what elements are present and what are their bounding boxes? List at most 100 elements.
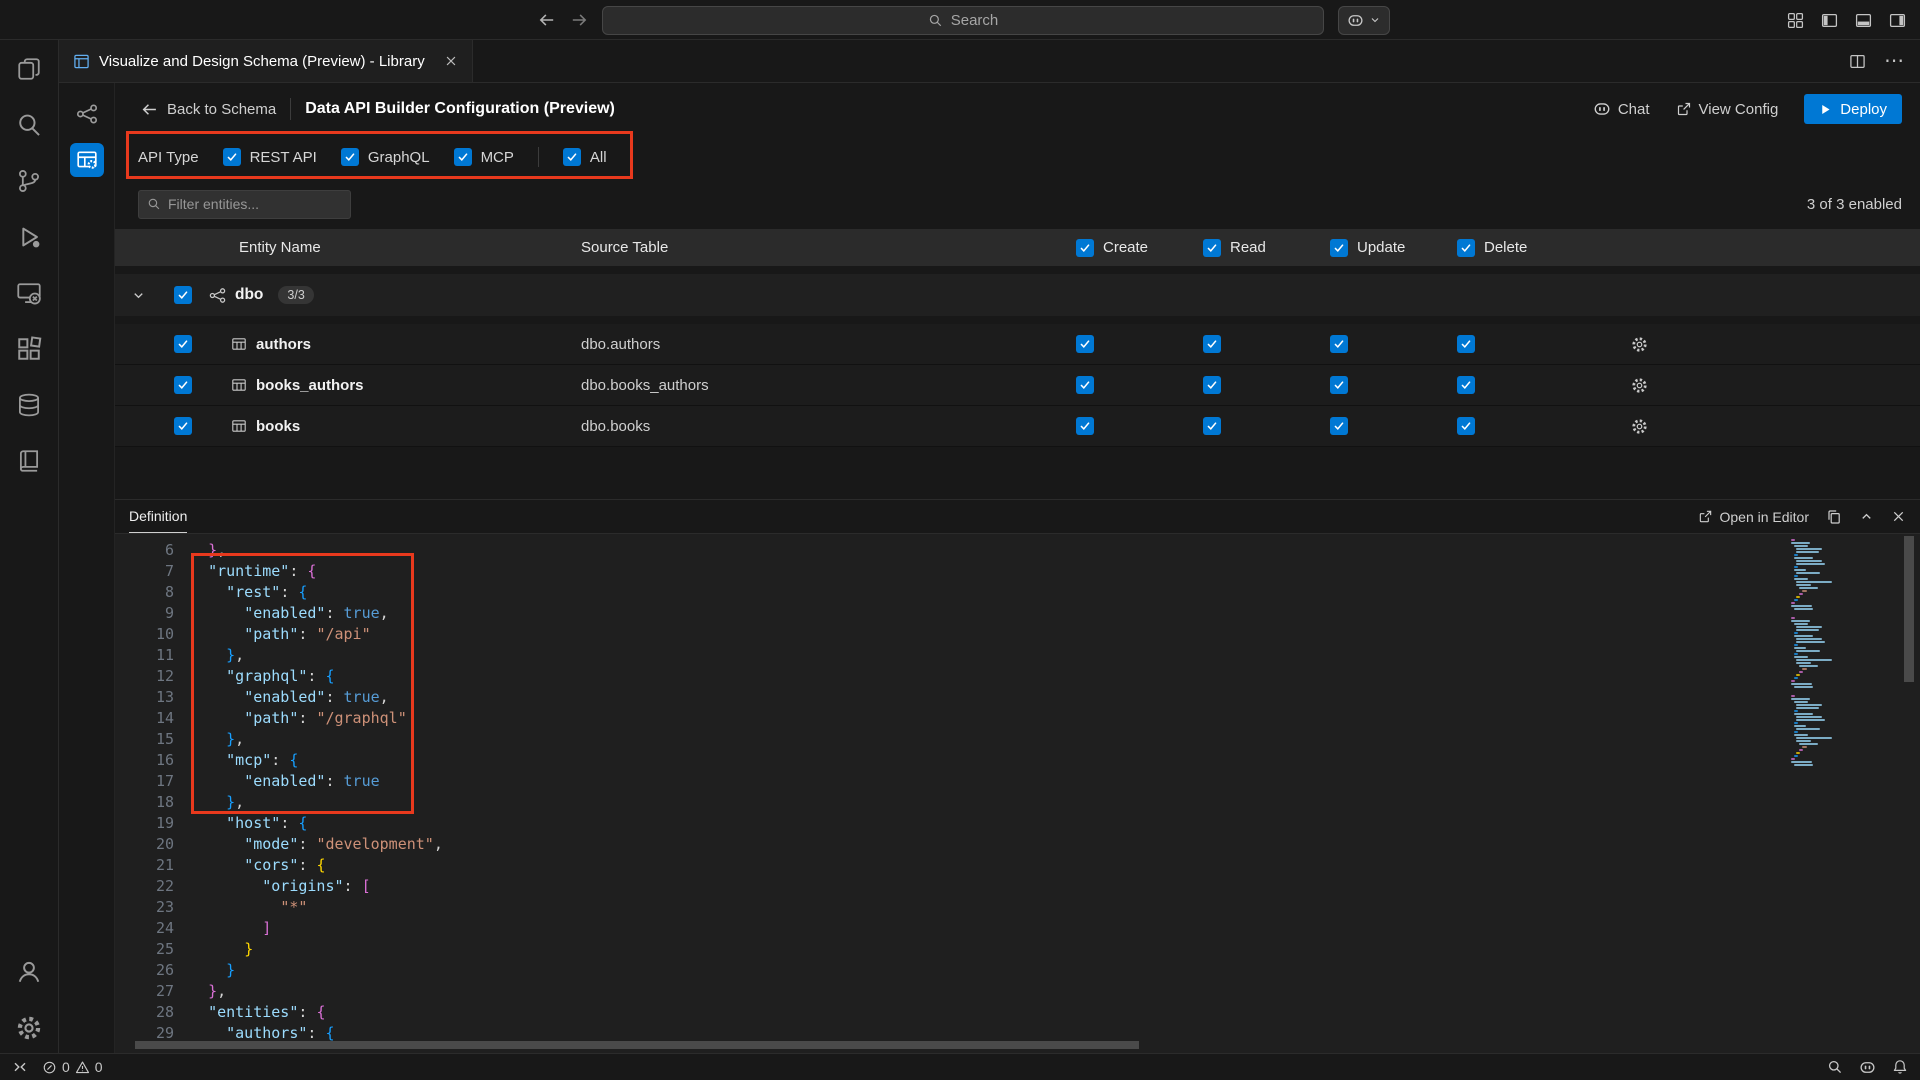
operation-checkbox[interactable] <box>1330 417 1348 435</box>
definition-editor[interactable]: 6789101112131415161718192021222324252627… <box>115 534 1920 1053</box>
chevron-down-icon <box>1369 14 1381 26</box>
customize-layout-icon[interactable] <box>1787 12 1804 29</box>
table-icon <box>231 418 247 434</box>
row-select-checkbox[interactable] <box>174 376 192 394</box>
api-option-all[interactable]: All <box>563 148 607 166</box>
operation-checkbox[interactable] <box>1203 335 1221 353</box>
operation-checkbox[interactable] <box>1076 417 1094 435</box>
column-source-table: Source Table <box>575 239 1068 256</box>
back-to-schema-button[interactable]: Back to Schema <box>141 101 276 118</box>
api-option-checkbox[interactable] <box>223 148 241 166</box>
collapse-panel-icon[interactable] <box>1859 509 1874 524</box>
operation-checkbox[interactable] <box>1457 417 1475 435</box>
create-all-checkbox[interactable] <box>1076 239 1094 257</box>
row-settings-gear-icon[interactable] <box>1631 418 1648 435</box>
book-icon[interactable] <box>16 448 42 474</box>
vertical-scrollbar[interactable] <box>1904 536 1914 682</box>
source-control-icon[interactable] <box>16 168 42 194</box>
toggle-panel-icon[interactable] <box>1855 12 1872 29</box>
operation-checkbox[interactable] <box>1203 417 1221 435</box>
row-select-checkbox[interactable] <box>174 417 192 435</box>
copilot-menu-button[interactable] <box>1338 6 1390 35</box>
operation-checkbox[interactable] <box>1330 376 1348 394</box>
delete-all-checkbox[interactable] <box>1457 239 1475 257</box>
chevron-expand-icon[interactable] <box>131 288 146 303</box>
code-line: "rest": { <box>190 582 1920 603</box>
copy-icon[interactable] <box>1826 509 1842 525</box>
api-option-mcp[interactable]: MCP <box>454 148 514 166</box>
remote-explorer-icon[interactable] <box>16 280 42 306</box>
view-config-button[interactable]: View Config <box>1676 101 1779 118</box>
notifications-bell-icon[interactable] <box>1892 1059 1908 1075</box>
more-actions-icon[interactable]: ⋯ <box>1884 56 1904 66</box>
api-option-rest-api[interactable]: REST API <box>223 148 317 166</box>
api-option-label: GraphQL <box>368 149 430 166</box>
toggle-sidebar-right-icon[interactable] <box>1889 12 1906 29</box>
minimap-line <box>1791 602 1795 604</box>
schema-view-button[interactable] <box>70 97 104 131</box>
column-delete: Delete <box>1449 239 1576 257</box>
search-sidebar-icon[interactable] <box>16 112 42 138</box>
extensions-icon[interactable] <box>16 336 42 362</box>
api-option-graphql[interactable]: GraphQL <box>341 148 430 166</box>
group-select-checkbox[interactable] <box>174 286 192 304</box>
minimap[interactable] <box>1788 536 1898 1053</box>
minimap-line <box>1794 578 1808 580</box>
filter-entities-input[interactable] <box>138 190 351 219</box>
api-type-row: API Type REST API GraphQL MCP All <box>115 135 1920 179</box>
code-line: }, <box>190 540 1920 561</box>
remote-window-icon[interactable] <box>12 1059 28 1075</box>
code-line: "mode": "development", <box>190 834 1920 855</box>
operation-checkbox[interactable] <box>1076 335 1094 353</box>
open-in-editor-button[interactable]: Open in Editor <box>1698 509 1810 525</box>
code-line: "mcp": { <box>190 750 1920 771</box>
column-create: Create <box>1068 239 1195 257</box>
forward-arrow-icon[interactable] <box>570 11 588 29</box>
database-icon[interactable] <box>16 392 42 418</box>
operation-checkbox[interactable] <box>1076 376 1094 394</box>
search-input[interactable]: Search <box>602 6 1324 35</box>
run-debug-icon[interactable] <box>16 224 42 250</box>
api-option-checkbox[interactable] <box>454 148 472 166</box>
problems-indicator[interactable]: 0 0 <box>42 1059 103 1075</box>
filter-entities-field[interactable] <box>168 196 349 212</box>
designer-side-strip <box>59 83 115 1053</box>
copilot-status-icon[interactable] <box>1859 1059 1876 1076</box>
back-arrow-icon[interactable] <box>538 11 556 29</box>
api-option-checkbox[interactable] <box>341 148 359 166</box>
api-type-label: API Type <box>138 149 199 166</box>
data-api-builder-button[interactable] <box>70 143 104 177</box>
explorer-icon[interactable] <box>16 56 42 82</box>
zoom-icon[interactable] <box>1827 1059 1843 1075</box>
line-number: 10 <box>115 624 174 645</box>
api-option-checkbox[interactable] <box>563 148 581 166</box>
search-icon <box>928 13 943 28</box>
operation-checkbox[interactable] <box>1457 376 1475 394</box>
enabled-count: 3 of 3 enabled <box>1807 196 1902 213</box>
warning-count: 0 <box>95 1059 103 1075</box>
operation-checkbox[interactable] <box>1457 335 1475 353</box>
settings-gear-icon[interactable] <box>16 1015 42 1041</box>
deploy-label: Deploy <box>1840 101 1887 118</box>
schema-group-row[interactable]: dbo 3/3 <box>115 274 1920 316</box>
minimap-line <box>1794 599 1798 601</box>
row-settings-gear-icon[interactable] <box>1631 377 1648 394</box>
toggle-sidebar-left-icon[interactable] <box>1821 12 1838 29</box>
tab-close-icon[interactable] <box>444 54 458 68</box>
deploy-button[interactable]: Deploy <box>1804 94 1902 124</box>
operation-checkbox[interactable] <box>1330 335 1348 353</box>
split-editor-icon[interactable] <box>1849 53 1866 70</box>
definition-title: Definition <box>129 500 187 533</box>
close-panel-icon[interactable] <box>1891 509 1906 524</box>
operation-checkbox[interactable] <box>1203 376 1221 394</box>
read-all-checkbox[interactable] <box>1203 239 1221 257</box>
horizontal-scrollbar[interactable] <box>135 1041 1139 1049</box>
update-all-checkbox[interactable] <box>1330 239 1348 257</box>
chat-button[interactable]: Chat <box>1593 100 1650 118</box>
account-icon[interactable] <box>16 959 42 985</box>
tab-visualize-design-schema[interactable]: Visualize and Design Schema (Preview) - … <box>59 40 473 82</box>
row-select-checkbox[interactable] <box>174 335 192 353</box>
back-to-schema-label: Back to Schema <box>167 101 276 118</box>
minimap-line <box>1796 704 1822 706</box>
row-settings-gear-icon[interactable] <box>1631 336 1648 353</box>
